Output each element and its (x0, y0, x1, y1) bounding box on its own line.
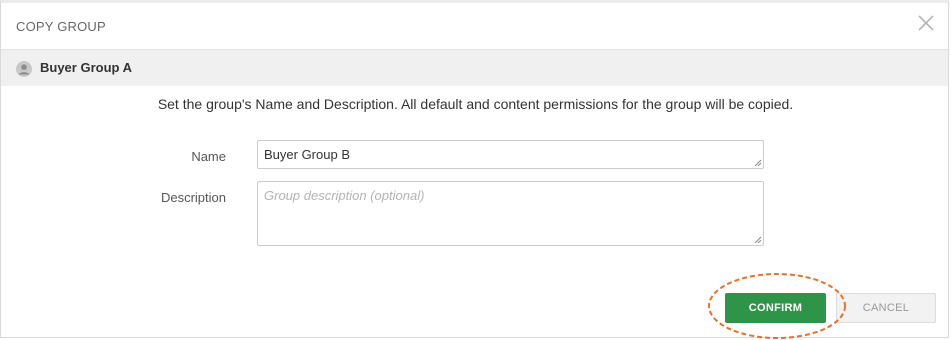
instructions-text: Set the group's Name and Description. Al… (157, 96, 794, 112)
dialog-title: COPY GROUP (16, 19, 106, 34)
dialog-header: COPY GROUP (1, 3, 948, 50)
user-avatar-icon (16, 61, 32, 77)
description-field[interactable] (257, 181, 764, 246)
resize-grip-icon[interactable] (754, 236, 762, 244)
source-group-bar: Buyer Group A (1, 50, 948, 86)
resize-grip-icon[interactable] (754, 159, 762, 167)
name-field[interactable]: Buyer Group B (257, 140, 764, 169)
source-group-name: Buyer Group A (40, 60, 132, 75)
confirm-button[interactable]: CONFIRM (725, 293, 826, 323)
name-label: Name (191, 149, 226, 164)
description-label: Description (160, 190, 226, 205)
copy-group-dialog: COPY GROUP Buyer Group A (0, 0, 949, 338)
cancel-button[interactable]: CANCEL (836, 293, 936, 323)
close-icon[interactable] (916, 13, 936, 33)
